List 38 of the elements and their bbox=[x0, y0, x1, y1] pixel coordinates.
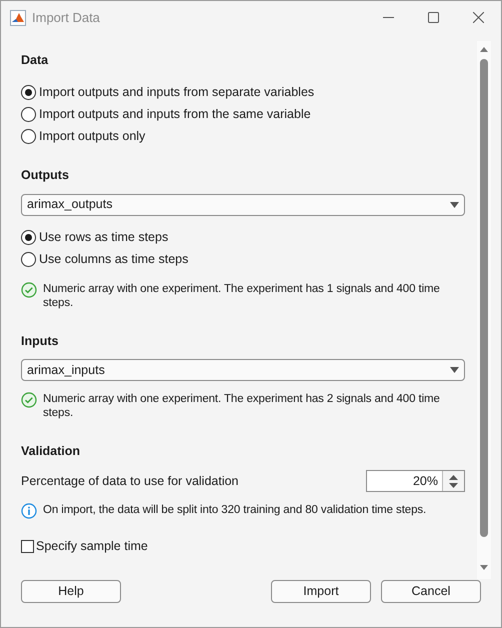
caret-icon bbox=[450, 202, 459, 208]
radio-label: Import outputs and inputs from the same variable bbox=[39, 106, 311, 124]
section-heading: Inputs bbox=[21, 332, 60, 350]
radio-label: Use columns as time steps bbox=[39, 251, 188, 268]
check-circle-icon bbox=[21, 392, 37, 408]
status-message: On import, the data will be split into 320 training and 80 validation time steps. bbox=[43, 503, 426, 517]
field-label: Percentage of data to use for validation bbox=[21, 472, 239, 490]
scrollbar[interactable] bbox=[477, 41, 491, 579]
checkbox-label: Specify sample time bbox=[36, 538, 148, 555]
check-circle-icon bbox=[21, 282, 37, 298]
help-button[interactable]: Help bbox=[21, 580, 121, 603]
radio-button[interactable] bbox=[21, 85, 36, 100]
variable-dropdown[interactable]: arimax_outputs bbox=[21, 194, 465, 216]
percentage-spinner[interactable]: 20% bbox=[366, 470, 465, 492]
dialog-button[interactable]: Cancel bbox=[381, 580, 481, 603]
maximize-icon[interactable] bbox=[428, 12, 439, 23]
section-heading: Data bbox=[21, 52, 50, 69]
dialog-button[interactable]: Import bbox=[271, 580, 371, 603]
up-arrow-icon[interactable] bbox=[449, 474, 458, 480]
radio-button[interactable] bbox=[21, 107, 36, 122]
info-icon bbox=[21, 503, 37, 519]
caret-icon bbox=[450, 367, 459, 374]
radio-label: Import outputs and inputs from separate variables bbox=[39, 84, 314, 102]
down-arrow-icon[interactable] bbox=[449, 482, 458, 488]
radio-button[interactable] bbox=[21, 129, 36, 144]
close-icon[interactable] bbox=[473, 12, 484, 23]
radio-button[interactable] bbox=[21, 252, 36, 267]
checkbox[interactable] bbox=[21, 540, 34, 553]
radio-label: Import outputs only bbox=[39, 128, 146, 146]
radio-button[interactable] bbox=[21, 230, 36, 245]
radio-label: Use rows as time steps bbox=[39, 229, 168, 246]
variable-dropdown[interactable]: arimax_inputs bbox=[21, 359, 465, 382]
section-heading: Validation bbox=[21, 443, 82, 460]
section-heading: Outputs bbox=[21, 166, 70, 184]
window-title: Import Data bbox=[32, 8, 100, 27]
status-message: Numeric array with one experiment. The experiment has 2 signals and 400 time steps. bbox=[43, 392, 441, 420]
status-message: Numeric array with one experiment. The experiment has 1 signals and 400 time steps. bbox=[43, 282, 441, 310]
app-logo-icon bbox=[10, 10, 26, 26]
